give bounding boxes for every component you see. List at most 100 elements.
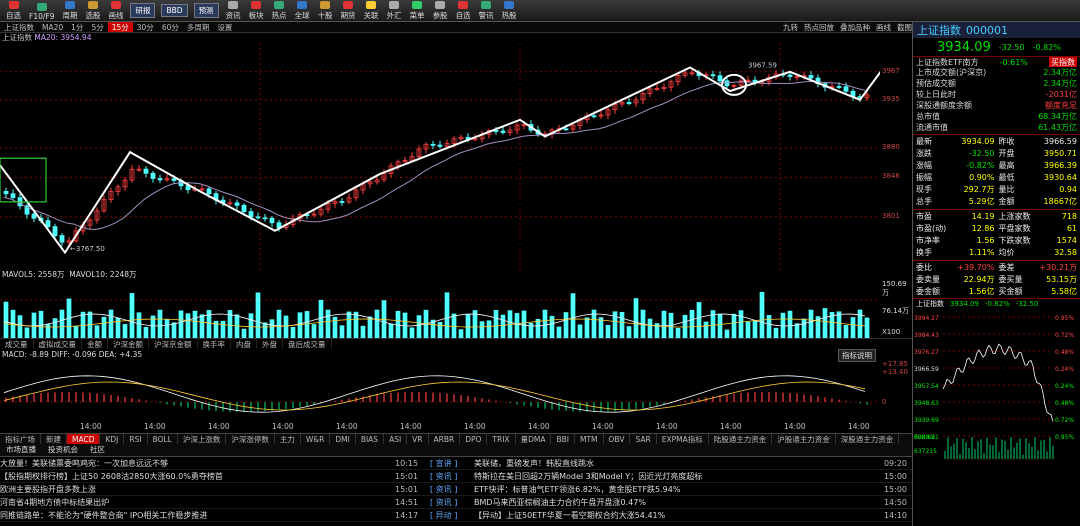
toolbar-button-9[interactable]: 板块 [245,0,268,21]
news-row[interactable]: 欧洲主要股指开盘多数上涨 15:01 [ 资讯 ] ETF快评：标普油气ETF领涨6.… [0,483,912,496]
indicator-tab-22[interactable]: EXPMA指标 [657,434,709,444]
indicator-tab-25[interactable]: 深股通主力资金 [836,434,900,444]
news-right-headline[interactable]: ETF快评：标普油气ETF领涨6.82%，黄金股ETF跌5.94% [474,483,877,495]
toolbar-button-2[interactable]: 周期 [58,0,81,21]
volume-subtab-3[interactable]: 沪深金额 [108,339,149,349]
volume-subtab-6[interactable]: 内盘 [231,339,257,349]
volume-bar [556,326,562,338]
news-row[interactable]: 大放量！美联储票委鸣鸡宛：一次加息远远不够 10:15 [ 宣讲 ] 美联储，重磅发声… [0,457,912,470]
toolbar-button-14[interactable]: 关联 [360,0,383,21]
toolbar-button-0[interactable]: 自选 [2,0,25,21]
toolbar-button-12[interactable]: 十股 [314,0,337,21]
chart-tool-3[interactable]: 画线 [876,22,891,33]
indicator-tab-3[interactable]: KDJ [100,434,125,444]
news-right-headline[interactable]: 美联储，重磅发声！韩股直线跳水 [474,457,877,469]
news-left-headline[interactable]: 同推链路单：不能沦为"硬件整合商" IPO相关工作稳步推进 [0,509,395,521]
stat-label: 预估成交额 [916,79,956,88]
news-row[interactable]: 河南省4期地方债中标结果出炉 14:51 [ 资讯 ] BMD马来西亚棕榈油主力合约午… [0,496,912,509]
toolbar-button-16[interactable]: 菜单 [406,0,429,21]
toolbar-button-10[interactable]: 热点 [268,0,291,21]
indicator-tab-14[interactable]: ARBR [429,434,461,444]
volume-subtab-4[interactable]: 沪深京金额 [149,339,198,349]
toolbar-button-11[interactable]: 全球 [291,0,314,21]
news-tab-1[interactable]: 投资机会 [42,444,84,456]
indicator-tab-1[interactable]: 新建 [41,434,67,444]
chart-tool-4[interactable]: 截图 [897,22,912,33]
volume-subtab-7[interactable]: 外盘 [257,339,283,349]
chart-tool-2[interactable]: 叠加品种 [840,22,870,33]
quote-label: 涨幅 [916,161,932,170]
period-tab-3[interactable]: 5分 [87,22,107,32]
buy-index-button[interactable]: 买指数 [1048,57,1077,67]
indicator-tab-18[interactable]: BBI [551,434,575,444]
indicator-tab-8[interactable]: 主力 [275,434,301,444]
news-right-headline[interactable]: 特斯拉在美日回超2万辆Model 3和Model Y；因近光灯亮度超标 [474,470,877,482]
quote-row: 委金额 1.56亿 买金额 5.58亿 [913,286,1080,298]
news-right-headline[interactable]: BMD马来西亚棕榈油主力合约午盘开盘涨0.47% [474,496,877,508]
indicator-tab-16[interactable]: TRIX [487,434,516,444]
indicator-tab-0[interactable]: 指标广场 [0,434,41,444]
indicator-tab-20[interactable]: OBV [604,434,631,444]
indicator-tab-10[interactable]: DMI [330,434,356,444]
news-row[interactable]: 【股指期权排行榜】上证50 2608沽2850大涨60.0%勇夺榜首 15:01 [… [0,470,912,483]
period-tab-2[interactable]: 1分 [67,22,87,32]
indicator-tab-15[interactable]: DPO [460,434,488,444]
period-tab-1[interactable]: MA20 [38,22,67,32]
toolbar-button-4[interactable]: 画线 [104,0,127,21]
news-left-headline[interactable]: 【股指期权排行榜】上证50 2608沽2850大涨60.0%勇夺榜首 [0,470,395,482]
kline-chart[interactable]: 3967.59 ←3767.50 [0,43,880,270]
period-tab-7[interactable]: 多周期 [183,22,214,32]
indicator-tab-21[interactable]: SAR [630,434,657,444]
news-tab-0[interactable]: 市场直播 [0,444,42,456]
indicator-tab-17[interactable]: 量DMA [516,434,552,444]
toolbar-button-20[interactable]: 热股 [498,0,521,21]
period-tab-8[interactable]: 设置 [213,22,236,32]
toolbar-button-5[interactable]: 研报 [130,3,156,18]
volume-subtab-8[interactable]: 盘后成交量 [283,339,332,349]
toolbar-button-1[interactable]: F10/F9 [25,0,58,21]
toolbar-button-3[interactable]: 选股 [81,0,104,21]
toolbar-button-18[interactable]: 自选 [452,0,475,21]
toolbar-button-13[interactable]: 期货 [337,0,360,21]
volume-subtab-0[interactable]: 成交量 [0,339,34,349]
period-tab-0[interactable]: 上证指数 [0,22,38,32]
period-tab-6[interactable]: 60分 [158,22,183,32]
indicator-tab-6[interactable]: 沪深上涨数 [178,434,227,444]
news-left-headline[interactable]: 欧洲主要股指开盘多数上涨 [0,483,395,495]
chart-tool-0[interactable]: 九转 [783,22,798,33]
indicator-tab-4[interactable]: RSI [124,434,148,444]
toolbar-button-15[interactable]: 外汇 [383,0,406,21]
toolbar-button-19[interactable]: 警讯 [475,0,498,21]
news-left-headline[interactable]: 大放量！美联储票委鸣鸡宛：一次加息远远不够 [0,457,395,469]
volume-chart[interactable] [0,280,880,338]
indicator-tab-19[interactable]: MTM [575,434,604,444]
news-tab-2[interactable]: 社区 [84,444,111,456]
etf-row[interactable]: 上证指数ETF南方 -0.61% 买指数 [913,56,1080,67]
indicator-tab-9[interactable]: W&R [301,434,331,444]
indicator-tab-7[interactable]: 沪深涨停数 [226,434,275,444]
period-tab-4[interactable]: 15分 [107,22,133,32]
news-left-headline[interactable]: 河南省4期地方债中标结果出炉 [0,496,395,508]
news-right-headline[interactable]: 【异动】上证50ETF华夏一看空期权合约大涨54.41% [474,509,877,521]
period-tab-5[interactable]: 30分 [133,22,158,32]
chart-tool-1[interactable]: 热点回放 [804,22,834,33]
indicator-tab-2[interactable]: MACD [67,434,101,444]
volume-subtab-1[interactable]: 虚拟成交量 [34,339,82,349]
macd-chart[interactable] [0,360,880,422]
news-row[interactable]: 同推链路单：不能沦为"硬件整合商" IPO相关工作稳步推进 14:17 [ 异动 ]… [0,509,912,522]
toolbar-button-8[interactable]: 资讯 [222,0,245,21]
toolbar-button-17[interactable]: 参股 [429,0,452,21]
toolbar-icon [366,1,377,9]
indicator-tab-5[interactable]: BOLL [148,434,178,444]
indicator-tab-13[interactable]: VR [407,434,429,444]
quote-label: 开盘 [998,149,1015,158]
intraday-mini-chart[interactable]: 3994.27 0.95% 3984.43 0.72% 3976.27 0.48% 3966… [913,309,1080,459]
indicator-tab-23[interactable]: 陆股通主力资金 [709,434,773,444]
toolbar-button-6[interactable]: BBD [161,4,188,17]
volume-subtab-2[interactable]: 金额 [82,339,108,349]
indicator-tab-24[interactable]: 沪股通主力资金 [772,434,836,444]
volume-subtab-5[interactable]: 换手率 [198,339,231,349]
toolbar-button-7[interactable]: 预测 [193,3,219,18]
indicator-tab-11[interactable]: BIAS [356,434,385,444]
indicator-tab-12[interactable]: ASI [384,434,408,444]
